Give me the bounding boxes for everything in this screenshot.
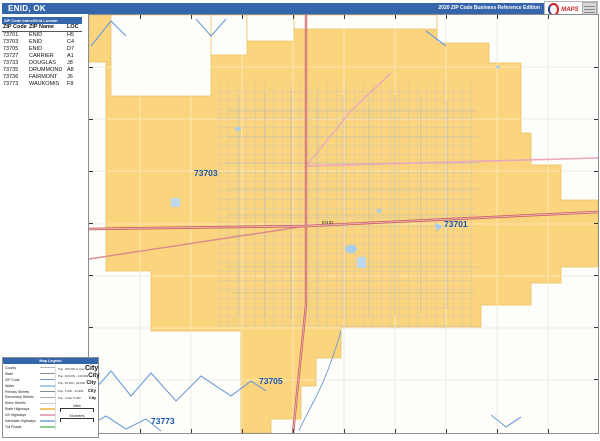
legend-label: US Highways (5, 413, 27, 418)
col-zip-name: ZIP Name (29, 24, 54, 30)
cell-loc: D7 (67, 46, 75, 52)
legend-label: Minor Streets (5, 401, 26, 406)
legend-label: ZIP Code (5, 377, 20, 382)
zip-index-table: ZIP Code Index/Grid Locator ZIP Code ZIP… (2, 17, 82, 88)
city-sample: City (86, 380, 96, 387)
cell-loc: J8 (67, 60, 73, 66)
legend-label: Interstate Highways (5, 418, 36, 423)
cell-zip: 73736 (3, 74, 19, 80)
population-row: Pop. Under 5,000 City (58, 395, 96, 402)
map-legend: Map Legend County State ZIP Code Water P… (2, 357, 100, 438)
city-sample: City (87, 388, 96, 394)
scale-miles: Miles (58, 404, 96, 412)
cell-zip: 73703 (3, 39, 19, 45)
zip-label-73705: 73705 (259, 376, 283, 386)
legend-label: Primary Streets (5, 389, 30, 394)
population-row: Pop. 250,000 & Over City (58, 365, 99, 373)
state-line-symbol (40, 373, 55, 375)
cell-zip: 73773 (3, 81, 19, 87)
city-sample: City (88, 373, 100, 380)
cell-zip: 73733 (3, 60, 19, 66)
page-title: ENID, OK (8, 4, 46, 13)
population-range: Pop. 25,000 - 99,999 (58, 381, 86, 386)
population-range: Pop. 250,000 & Over (58, 366, 85, 371)
legend-label: Water (5, 383, 15, 388)
scale-kilometers: Kilometers (58, 414, 96, 422)
primary-street-symbol (40, 391, 55, 392)
city-street-grid (217, 83, 473, 327)
col-loc: LOC (67, 24, 79, 30)
cell-name: DRUMMOND (29, 67, 63, 73)
secondary-street-symbol (40, 396, 55, 398)
cell-loc: F8 (67, 81, 74, 87)
zip-region-block (88, 14, 112, 63)
legend-label: State (5, 371, 14, 376)
toll-road-symbol (40, 425, 55, 428)
cell-loc: H5 (67, 32, 75, 38)
legend-label: County (5, 365, 17, 370)
logo-brand-text: MAPS (561, 6, 579, 13)
interstate-highway-symbol (40, 419, 55, 422)
map-svg: 73703 73701 73705 73773 ENID (88, 14, 599, 434)
cell-zip: 73705 (3, 46, 19, 52)
state-highway-symbol (40, 408, 55, 411)
population-row: Pop. 5,000 - 24,999 City (58, 387, 96, 394)
city-sample: City (85, 365, 99, 373)
table-row: 73736 FAIRMONT J6 (2, 74, 82, 81)
cell-zip: 73735 (3, 67, 19, 73)
col-zip-code: ZIP Code (3, 24, 27, 30)
cell-name: WAUKOMIS (29, 81, 60, 87)
cell-loc: J6 (67, 74, 73, 80)
zip-index-header: ZIP Code ZIP Name LOC (2, 24, 82, 32)
legend-label: Secondary Streets (5, 395, 34, 400)
cell-name: ENID (29, 46, 43, 52)
legend-item: Toll Roads (5, 424, 55, 430)
cell-zip: 73727 (3, 53, 19, 59)
table-row: 73773 WAUKOMIS F8 (2, 81, 82, 88)
population-row: Pop. 100,000 - 249,999 City (58, 372, 100, 380)
minor-street-symbol (40, 402, 55, 404)
zip-label-73773: 73773 (151, 416, 175, 426)
header-bar: ENID, OK 2020 ZIP Code Business Referenc… (2, 3, 598, 14)
table-row: 73705 ENID D7 (2, 46, 82, 53)
edition-label: 2020 ZIP Code Business Reference Edition (438, 5, 540, 11)
cell-name: ENID (29, 39, 43, 45)
cell-zip: 73701 (3, 32, 19, 38)
zip-index-title: ZIP Code Index/Grid Locator (2, 17, 82, 24)
zip-line-symbol (40, 379, 55, 381)
legend-label: State Highways (5, 407, 30, 412)
scale-bar (60, 407, 94, 412)
cell-name: FAIRMONT (29, 74, 58, 80)
table-row: 73735 DRUMMOND A8 (2, 67, 82, 74)
map-canvas[interactable]: 73703 73701 73705 73773 ENID (88, 14, 599, 434)
table-row: 73703 ENID C4 (2, 39, 82, 46)
city-label-enid: ENID (322, 220, 334, 225)
cell-loc: C4 (67, 39, 75, 45)
scale-bar (60, 417, 94, 422)
table-row: 73733 DOUGLAS J8 (2, 60, 82, 67)
county-line-symbol (40, 367, 55, 369)
water-symbol (40, 384, 55, 387)
table-row: 73727 CARRIER A1 (2, 53, 82, 60)
population-range: Pop. 100,000 - 249,999 (58, 374, 89, 379)
cell-loc: A8 (67, 67, 74, 73)
legend-population: Pop. 250,000 & Over City Pop. 100,000 - 2… (55, 365, 100, 430)
population-range: Pop. Under 5,000 (58, 396, 81, 401)
map-page: ENID, OK 2020 ZIP Code Business Referenc… (0, 0, 600, 441)
city-sample: City (89, 396, 96, 401)
zip-label-73701: 73701 (444, 219, 468, 229)
table-row: 73701 ENID H5 (2, 32, 82, 39)
legend-label: Toll Roads (5, 424, 22, 429)
population-row: Pop. 25,000 - 99,999 City (58, 380, 96, 387)
population-range: Pop. 5,000 - 24,999 (58, 388, 84, 393)
legend-symbols: County State ZIP Code Water Primary Stre… (5, 365, 55, 430)
zip-label-73703: 73703 (194, 168, 218, 178)
cell-loc: A1 (67, 53, 74, 59)
cell-name: CARRIER (29, 53, 54, 59)
cell-name: ENID (29, 32, 43, 38)
us-highway-symbol (40, 414, 55, 417)
cell-name: DOUGLAS (29, 60, 56, 66)
